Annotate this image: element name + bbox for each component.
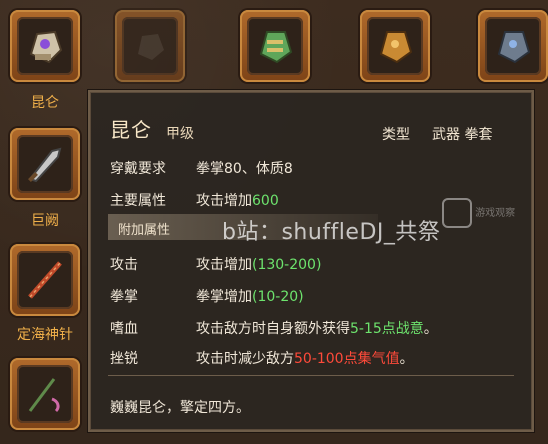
slot-locked[interactable] — [115, 10, 185, 82]
slot-dinghai[interactable] — [10, 244, 80, 316]
blunt-value: 50-100点集气值 — [294, 351, 400, 367]
bloodthirst-suffix: 。 — [423, 321, 438, 337]
main-attr-prefix: 攻击增加 — [196, 193, 252, 209]
fist-value: (10-20) — [252, 289, 304, 305]
blunt-suffix: 。 — [399, 351, 414, 367]
main-attr-row: 主要属性 攻击增加 600 — [110, 190, 279, 210]
bloodthirst-prefix: 攻击敌方时自身额外获得 — [196, 321, 350, 337]
steel-gauntlet-icon — [497, 31, 531, 64]
slot-shaohao[interactable] — [360, 10, 430, 82]
attack-prefix: 攻击增加 — [196, 257, 252, 273]
slot-kaiming[interactable] — [240, 10, 310, 82]
extra-attr-title: 附加属性 — [118, 223, 171, 238]
blunt-prefix: 攻击时减少敌方 — [196, 351, 294, 367]
attack-row: 攻击 攻击增加(130-200) — [110, 254, 321, 274]
slot-whip[interactable] — [10, 358, 80, 430]
item-type-label: 类型 — [382, 127, 410, 143]
item-tooltip: 昆仑 甲级 类型 武器 拳套 穿戴要求 拳掌80、体质8 主要属性 攻击增加 600… — [88, 90, 534, 432]
fist-row: 拳掌 拳掌增加(10-20) — [110, 286, 304, 306]
staff-icon — [28, 261, 62, 299]
fist-prefix: 拳掌增加 — [196, 289, 252, 305]
attack-value: (130-200) — [252, 257, 322, 273]
item-description: 巍巍昆仑，擎定四方。 — [110, 400, 250, 416]
logo-text: 游戏观察 — [475, 208, 516, 219]
broadsword-icon — [28, 147, 62, 183]
main-attr-value: 600 — [252, 193, 279, 209]
requirements-row: 穿戴要求 拳掌80、体质8 — [110, 158, 293, 178]
slot-beiming[interactable] — [478, 10, 548, 82]
blunt-row: 挫锐 攻击时减少敌方50-100点集气值。 — [110, 348, 414, 368]
locked-gauntlet-icon — [138, 34, 164, 60]
slot-label-dinghai: 定海神针 — [17, 327, 73, 343]
slot-label-juque: 巨阙 — [31, 213, 59, 229]
whip-icon — [28, 378, 60, 413]
bloodthirst-row: 嗜血 攻击敌方时自身额外获得5-15点战意。 — [110, 318, 438, 338]
requirements-value: 拳掌80、体质8 — [196, 161, 293, 177]
green-gauntlet-icon — [259, 31, 293, 64]
purple-gauntlet-icon — [29, 30, 63, 64]
bronze-gauntlet-icon — [379, 31, 413, 64]
watermark-logo: 游戏观察 — [442, 198, 542, 234]
tooltip-divider — [108, 375, 514, 376]
slot-label-kunlun: 昆仑 — [31, 95, 59, 111]
item-type-value: 武器 拳套 — [432, 127, 493, 143]
slot-kunlun[interactable] — [10, 10, 80, 82]
slot-juque[interactable] — [10, 128, 80, 200]
watermark-text: b站：shuffleDJ_共祭 — [222, 220, 441, 245]
item-grade: 甲级 — [166, 126, 194, 142]
blunt-label: 挫锐 — [110, 351, 138, 367]
bloodthirst-value: 5-15点战意 — [350, 321, 424, 337]
main-attr-label: 主要属性 — [110, 193, 166, 209]
requirements-label: 穿戴要求 — [110, 161, 166, 177]
item-title: 昆仑 — [110, 118, 152, 142]
fist-label: 拳掌 — [110, 289, 138, 305]
bloodthirst-label: 嗜血 — [110, 321, 138, 337]
attack-label: 攻击 — [110, 257, 138, 273]
logo-icon — [442, 198, 472, 228]
